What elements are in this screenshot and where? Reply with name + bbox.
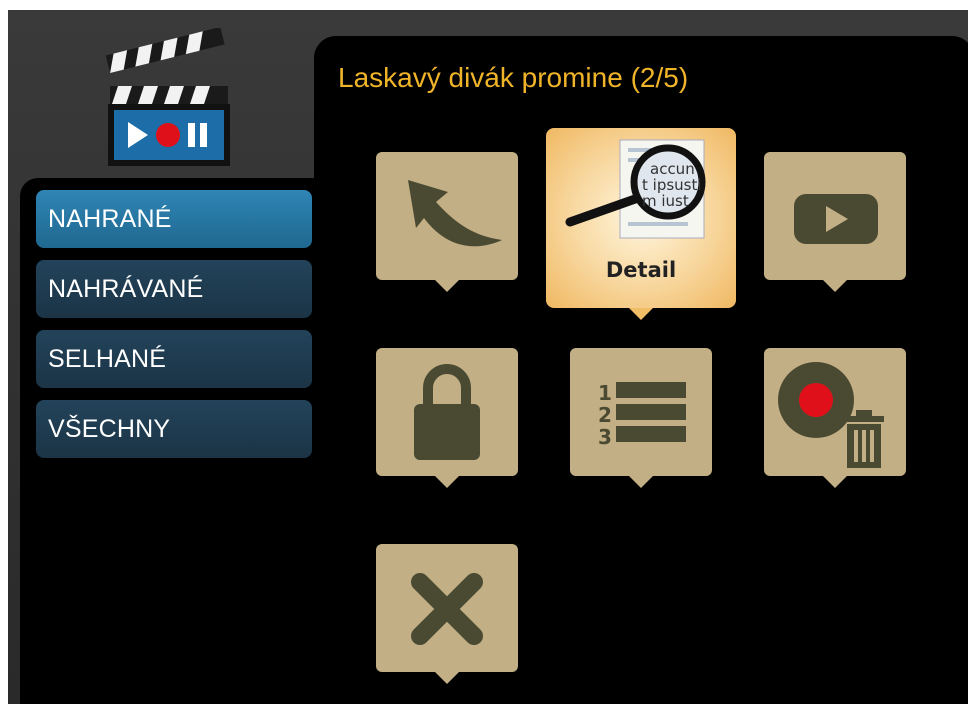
play-icon bbox=[794, 194, 878, 244]
main-panel: Laskavý divák promine (2/5) accun t ipsu… bbox=[314, 36, 968, 704]
close-button[interactable] bbox=[376, 544, 518, 684]
numbered-list-icon: 1 2 3 bbox=[598, 381, 686, 449]
lock-button[interactable] bbox=[376, 348, 518, 488]
lock-icon bbox=[414, 364, 480, 460]
sidebar: NAHRANÉ NAHRÁVANÉ SELHANÉ VŠECHNY bbox=[20, 178, 340, 704]
delete-recording-button[interactable] bbox=[764, 348, 906, 488]
sidebar-item-vsechny[interactable]: VŠECHNY bbox=[36, 400, 312, 458]
delete-recording-icon bbox=[778, 362, 884, 468]
back-arrow-icon bbox=[408, 180, 502, 247]
list-button[interactable]: 1 2 3 bbox=[570, 348, 712, 488]
list-number-2: 2 bbox=[598, 403, 612, 427]
clapperboard-logo bbox=[104, 26, 236, 168]
detail-label: Detail bbox=[605, 258, 677, 282]
sidebar-item-selhane[interactable]: SELHANÉ bbox=[36, 330, 312, 388]
list-number-3: 3 bbox=[598, 425, 612, 449]
sidebar-item-nahrane[interactable]: NAHRANÉ bbox=[36, 190, 312, 248]
close-icon bbox=[411, 573, 483, 645]
list-number-1: 1 bbox=[598, 381, 612, 405]
detail-button[interactable]: accun t ipsusti m iust Detail bbox=[546, 128, 736, 320]
app-screen: NAHRANÉ NAHRÁVANÉ SELHANÉ VŠECHNY Laskav… bbox=[8, 10, 968, 704]
page-title: Laskavý divák promine (2/5) bbox=[338, 62, 689, 93]
detail-magnifier-icon: accun t ipsusti m iust bbox=[565, 139, 706, 239]
play-button[interactable] bbox=[764, 152, 906, 292]
back-button[interactable] bbox=[376, 152, 518, 292]
thumbnail-text-3: m iust bbox=[642, 192, 689, 210]
sidebar-item-nahravane[interactable]: NAHRÁVANÉ bbox=[36, 260, 312, 318]
